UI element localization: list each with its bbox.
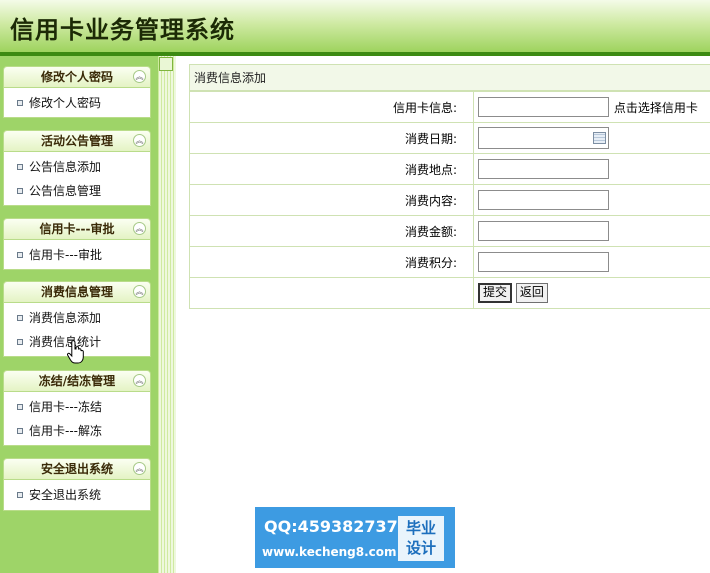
sidebar-group-header[interactable]: 活动公告管理 ︽	[3, 130, 151, 152]
sidebar-group-body: 修改个人密码	[3, 88, 151, 118]
sidebar-group-freeze: 冻结/结冻管理 ︽ 信用卡---冻结 信用卡---解冻	[3, 370, 151, 446]
sidebar-group-header[interactable]: 信用卡---审批 ︽	[3, 218, 151, 240]
consumption-form: 信用卡信息: 点击选择信用卡 消费日期: 消费地点: 消费内容: 消费金额: 消…	[189, 91, 710, 309]
app-header: 信用卡业务管理系统	[0, 0, 710, 52]
form-row-points: 消费积分:	[189, 246, 710, 278]
bullet-icon	[17, 100, 23, 106]
sidebar-item-label: 修改个人密码	[29, 96, 102, 110]
collapse-icon[interactable]: ︽	[133, 285, 146, 298]
collapse-icon[interactable]: ︽	[133, 222, 146, 235]
sidebar-group-title: 活动公告管理	[40, 134, 113, 148]
sidebar-item-label: 公告信息添加	[29, 160, 102, 174]
sidebar-group-header[interactable]: 冻结/结冻管理 ︽	[3, 370, 151, 392]
bullet-icon	[17, 428, 23, 434]
sidebar-group-header[interactable]: 修改个人密码 ︽	[3, 66, 151, 88]
sidebar-group-body: 信用卡---冻结 信用卡---解冻	[3, 392, 151, 446]
field-label: 消费金额:	[189, 215, 474, 247]
sidebar-group-title: 信用卡---审批	[39, 222, 115, 236]
sidebar-item-label: 安全退出系统	[29, 488, 102, 502]
collapse-icon[interactable]: ︽	[133, 70, 146, 83]
watermark-badge: 毕业 设计	[398, 516, 444, 561]
bullet-icon	[17, 164, 23, 170]
sidebar-group-logout: 安全退出系统 ︽ 安全退出系统	[3, 458, 151, 511]
card-input[interactable]	[478, 97, 609, 117]
panel-title: 消费信息添加	[189, 64, 710, 91]
sidebar: 修改个人密码 ︽ 修改个人密码 活动公告管理 ︽ 公告信息添加 公告信息管理 信…	[0, 56, 158, 573]
calendar-icon[interactable]	[593, 132, 606, 144]
bullet-icon	[17, 492, 23, 498]
points-input[interactable]	[478, 252, 609, 272]
sidebar-group-header[interactable]: 安全退出系统 ︽	[3, 458, 151, 480]
sidebar-group-card-approval: 信用卡---审批 ︽ 信用卡---审批	[3, 218, 151, 270]
sidebar-item-change-password[interactable]: 修改个人密码	[4, 91, 150, 115]
sidebar-group-password: 修改个人密码 ︽ 修改个人密码	[3, 66, 151, 118]
sidebar-item-add-consumption[interactable]: 消费信息添加	[4, 306, 150, 330]
sidebar-group-title: 冻结/结冻管理	[38, 374, 116, 388]
sidebar-item-label: 消费信息统计	[29, 335, 102, 349]
sidebar-item-card-approval[interactable]: 信用卡---审批	[4, 243, 150, 267]
submit-button[interactable]: 提交	[478, 283, 513, 303]
form-row-card: 信用卡信息: 点击选择信用卡	[189, 91, 710, 123]
collapse-icon[interactable]: ︽	[133, 374, 146, 387]
field-label: 消费积分:	[189, 246, 474, 278]
sidebar-item-manage-announcements[interactable]: 公告信息管理	[4, 179, 150, 203]
field-label: 信用卡信息:	[189, 91, 474, 123]
form-row-actions: 提交 返回	[189, 277, 710, 309]
sidebar-item-add-announcement[interactable]: 公告信息添加	[4, 155, 150, 179]
bullet-icon	[17, 252, 23, 258]
sidebar-item-label: 公告信息管理	[29, 184, 102, 198]
sidebar-item-label: 信用卡---冻结	[29, 400, 102, 414]
sidebar-item-card-unfreeze[interactable]: 信用卡---解冻	[4, 419, 150, 443]
main-content: 消费信息添加 信用卡信息: 点击选择信用卡 消费日期: 消费地点: 消费内容:	[189, 64, 710, 309]
watermark-banner: QQ:459382737 www.kecheng8.com 毕业 设计	[255, 507, 455, 568]
badge-line: 毕业	[405, 519, 436, 537]
form-row-content: 消费内容:	[189, 184, 710, 216]
form-row-place: 消费地点:	[189, 153, 710, 185]
sidebar-item-logout[interactable]: 安全退出系统	[4, 483, 150, 507]
sidebar-item-label: 信用卡---审批	[29, 248, 102, 262]
hand-cursor-icon	[67, 340, 84, 364]
sidebar-group-title: 安全退出系统	[40, 462, 113, 476]
watermark-url: www.kecheng8.com	[262, 545, 397, 559]
sidebar-item-label: 信用卡---解冻	[29, 424, 102, 438]
bullet-icon	[17, 404, 23, 410]
sidebar-group-title: 修改个人密码	[40, 70, 113, 84]
bullet-icon	[17, 315, 23, 321]
form-row-date: 消费日期:	[189, 122, 710, 154]
sidebar-group-header[interactable]: 消费信息管理 ︽	[3, 281, 151, 303]
content-input[interactable]	[478, 190, 609, 210]
sidebar-splitter[interactable]	[158, 56, 176, 573]
sidebar-item-label: 消费信息添加	[29, 311, 102, 325]
sidebar-group-announcements: 活动公告管理 ︽ 公告信息添加 公告信息管理	[3, 130, 151, 206]
sidebar-item-card-freeze[interactable]: 信用卡---冻结	[4, 395, 150, 419]
sidebar-group-body: 安全退出系统	[3, 480, 151, 511]
field-label: 消费内容:	[189, 184, 474, 216]
sidebar-group-body: 公告信息添加 公告信息管理	[3, 152, 151, 206]
badge-line: 设计	[405, 539, 436, 557]
splitter-toggle[interactable]	[159, 57, 173, 71]
back-button[interactable]: 返回	[515, 283, 548, 303]
amount-input[interactable]	[478, 221, 609, 241]
watermark-qq: QQ:459382737	[264, 517, 398, 536]
place-input[interactable]	[478, 159, 609, 179]
form-row-amount: 消费金额:	[189, 215, 710, 247]
date-input[interactable]	[478, 127, 609, 149]
field-label: 消费日期:	[189, 122, 474, 154]
bullet-icon	[17, 339, 23, 345]
collapse-icon[interactable]: ︽	[133, 134, 146, 147]
bullet-icon	[17, 188, 23, 194]
app-title: 信用卡业务管理系统	[10, 16, 235, 44]
sidebar-group-body: 信用卡---审批	[3, 240, 151, 270]
sidebar-group-title: 消费信息管理	[40, 285, 113, 299]
select-card-link[interactable]: 点击选择信用卡	[614, 101, 698, 115]
field-label: 消费地点:	[189, 153, 474, 185]
collapse-icon[interactable]: ︽	[133, 462, 146, 475]
